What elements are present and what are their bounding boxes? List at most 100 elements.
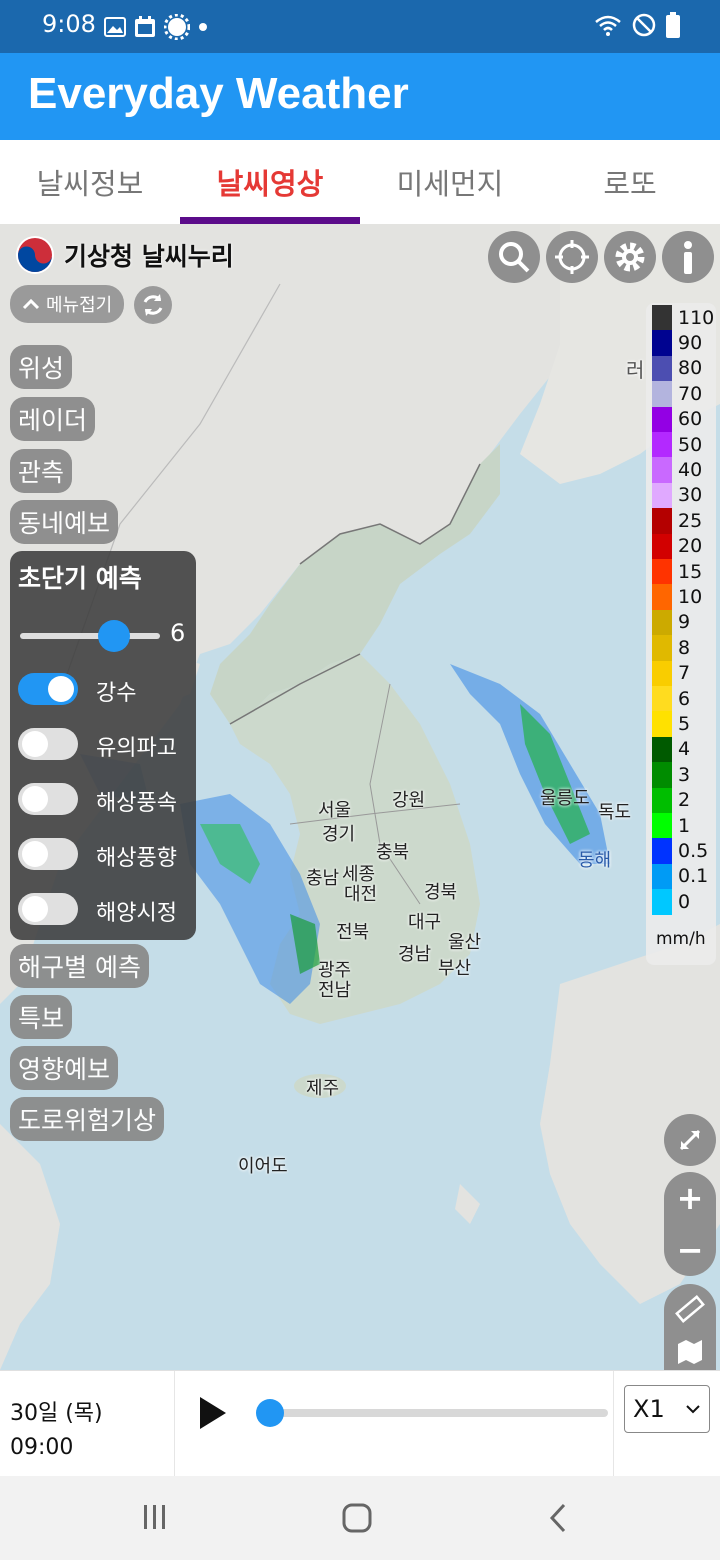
legend-value: 25 bbox=[678, 509, 703, 532]
map-label-ulsan: 울산 bbox=[448, 932, 482, 953]
settings-icon bbox=[615, 242, 645, 272]
zoom-in-button[interactable]: + bbox=[677, 1172, 704, 1224]
legend-value: 50 bbox=[678, 433, 703, 456]
tab-lotto[interactable]: 로또 bbox=[540, 140, 720, 224]
legend-swatch bbox=[652, 381, 672, 407]
legend-entry: 5 bbox=[652, 711, 691, 737]
legend-value: 5 bbox=[678, 713, 691, 736]
legend-value: 90 bbox=[678, 332, 703, 355]
playback-timeline[interactable] bbox=[256, 1399, 608, 1427]
menu-item-road-hazard[interactable]: 도로위험기상 bbox=[10, 1097, 165, 1141]
toggle-wave-height[interactable] bbox=[18, 728, 78, 760]
legend-entry: 80 bbox=[652, 355, 703, 382]
fullscreen-button[interactable] bbox=[664, 1114, 716, 1166]
map-label-seoul: 서울 bbox=[318, 800, 352, 821]
legend-swatch bbox=[652, 584, 672, 610]
tab-fine-dust[interactable]: 미세먼지 bbox=[360, 140, 540, 224]
status-time: 9:08 bbox=[42, 10, 96, 38]
legend-value: 110 bbox=[678, 306, 715, 329]
locate-button[interactable] bbox=[546, 231, 598, 283]
dot-icon bbox=[199, 23, 207, 31]
play-button[interactable] bbox=[196, 1393, 230, 1433]
recent-apps-icon[interactable] bbox=[140, 1502, 170, 1532]
legend-entry: 8 bbox=[652, 635, 691, 661]
menu-item-satellite[interactable]: 위성 bbox=[10, 345, 73, 389]
legend-swatch bbox=[652, 305, 672, 331]
legend-entry: 9 bbox=[652, 609, 690, 636]
back-icon[interactable] bbox=[546, 1502, 570, 1534]
legend-entry: 7 bbox=[652, 660, 690, 686]
slider-knob[interactable] bbox=[98, 620, 130, 652]
legend-value: 20 bbox=[678, 535, 703, 558]
layer-label-precipitation: 강수 bbox=[96, 681, 137, 706]
layer-label-sea-visibility: 해양시정 bbox=[96, 901, 177, 926]
map-label-gyeongnam: 경남 bbox=[398, 944, 432, 965]
map-label-chungbuk: 충북 bbox=[376, 842, 410, 863]
legend-value: 2 bbox=[678, 789, 691, 812]
map-label-dokdo: 독도 bbox=[598, 802, 632, 823]
layer-label-sea-wind-speed: 해상풍속 bbox=[96, 791, 177, 816]
legend-entry: 0.1 bbox=[652, 863, 708, 890]
legend-swatch bbox=[652, 559, 672, 585]
nowcast-slider[interactable] bbox=[20, 620, 160, 652]
legend-value: 70 bbox=[678, 382, 703, 405]
menu-item-sea-area-forecast[interactable]: 해구별 예측 bbox=[10, 944, 149, 988]
refresh-button[interactable] bbox=[134, 286, 172, 324]
zoom-controls: + − bbox=[664, 1172, 716, 1276]
ruler-icon[interactable] bbox=[675, 1294, 705, 1324]
legend-swatch bbox=[652, 787, 672, 813]
settings-button[interactable] bbox=[604, 231, 656, 283]
menu-fold-label: 메뉴접기 bbox=[46, 295, 113, 316]
playback-time: 09:00 bbox=[10, 1435, 74, 1460]
menu-item-radar[interactable]: 레이더 bbox=[10, 397, 96, 441]
map-label-jeonnam: 전남 bbox=[318, 980, 352, 1001]
legend-entry: 20 bbox=[652, 533, 703, 559]
legend-entry: 3 bbox=[652, 762, 690, 788]
legend-entry: 1 bbox=[652, 813, 691, 839]
legend-swatch bbox=[652, 863, 672, 890]
legend-value: 8 bbox=[678, 636, 691, 659]
map-label-daegu: 대구 bbox=[408, 912, 442, 933]
toggle-precipitation[interactable] bbox=[18, 673, 78, 705]
info-button[interactable] bbox=[662, 231, 714, 283]
calendar-icon bbox=[135, 16, 155, 37]
map-label-ieodo: 이어도 bbox=[238, 1156, 288, 1177]
legend-swatch bbox=[652, 711, 672, 737]
search-button[interactable] bbox=[488, 231, 540, 283]
app-bar: Everyday Weather bbox=[0, 53, 720, 140]
status-bar: 9:08 bbox=[0, 0, 720, 53]
info-icon bbox=[684, 241, 692, 274]
legend-value: 0 bbox=[678, 890, 691, 913]
legend-entry: 30 bbox=[652, 482, 702, 509]
legend-value: 0.5 bbox=[678, 840, 709, 863]
menu-fold-button[interactable]: 메뉴접기 bbox=[10, 285, 125, 323]
tab-weather-info[interactable]: 날씨정보 bbox=[0, 140, 180, 224]
map-label-ulleungdo: 울릉도 bbox=[540, 788, 590, 809]
legend-value: 6 bbox=[678, 687, 691, 710]
toggle-sea-wind-speed[interactable] bbox=[18, 783, 78, 815]
menu-item-warnings[interactable]: 특보 bbox=[10, 995, 73, 1039]
menu-item-local-forecast[interactable]: 동네예보 bbox=[10, 500, 119, 544]
legend-value: 80 bbox=[678, 357, 703, 380]
toggle-sea-wind-direction[interactable] bbox=[18, 838, 78, 870]
zoom-out-button[interactable]: − bbox=[677, 1224, 704, 1276]
legend-swatch bbox=[652, 635, 672, 661]
legend-swatch bbox=[652, 813, 672, 839]
home-icon[interactable] bbox=[341, 1502, 373, 1534]
legend-entry: 25 bbox=[652, 508, 703, 534]
speed-select[interactable]: X1 bbox=[624, 1385, 710, 1433]
locate-icon bbox=[555, 240, 589, 274]
legend-entry: 60 bbox=[652, 406, 702, 432]
toggle-sea-visibility[interactable] bbox=[18, 893, 78, 925]
menu-item-observation[interactable]: 관측 bbox=[10, 449, 73, 493]
legend-swatch bbox=[652, 533, 672, 559]
map-layers-icon[interactable] bbox=[676, 1338, 704, 1364]
map-label-donghae: 동해 bbox=[578, 850, 612, 871]
provider-name: 기상청 날씨누리 bbox=[64, 242, 234, 271]
timeline-knob[interactable] bbox=[256, 1399, 284, 1427]
legend-swatch bbox=[652, 889, 672, 915]
tab-weather-video[interactable]: 날씨영상 bbox=[180, 140, 360, 224]
do-not-disturb-icon bbox=[632, 13, 656, 37]
legend-value: 1 bbox=[678, 814, 691, 837]
menu-item-impact-forecast[interactable]: 영향예보 bbox=[10, 1046, 119, 1090]
